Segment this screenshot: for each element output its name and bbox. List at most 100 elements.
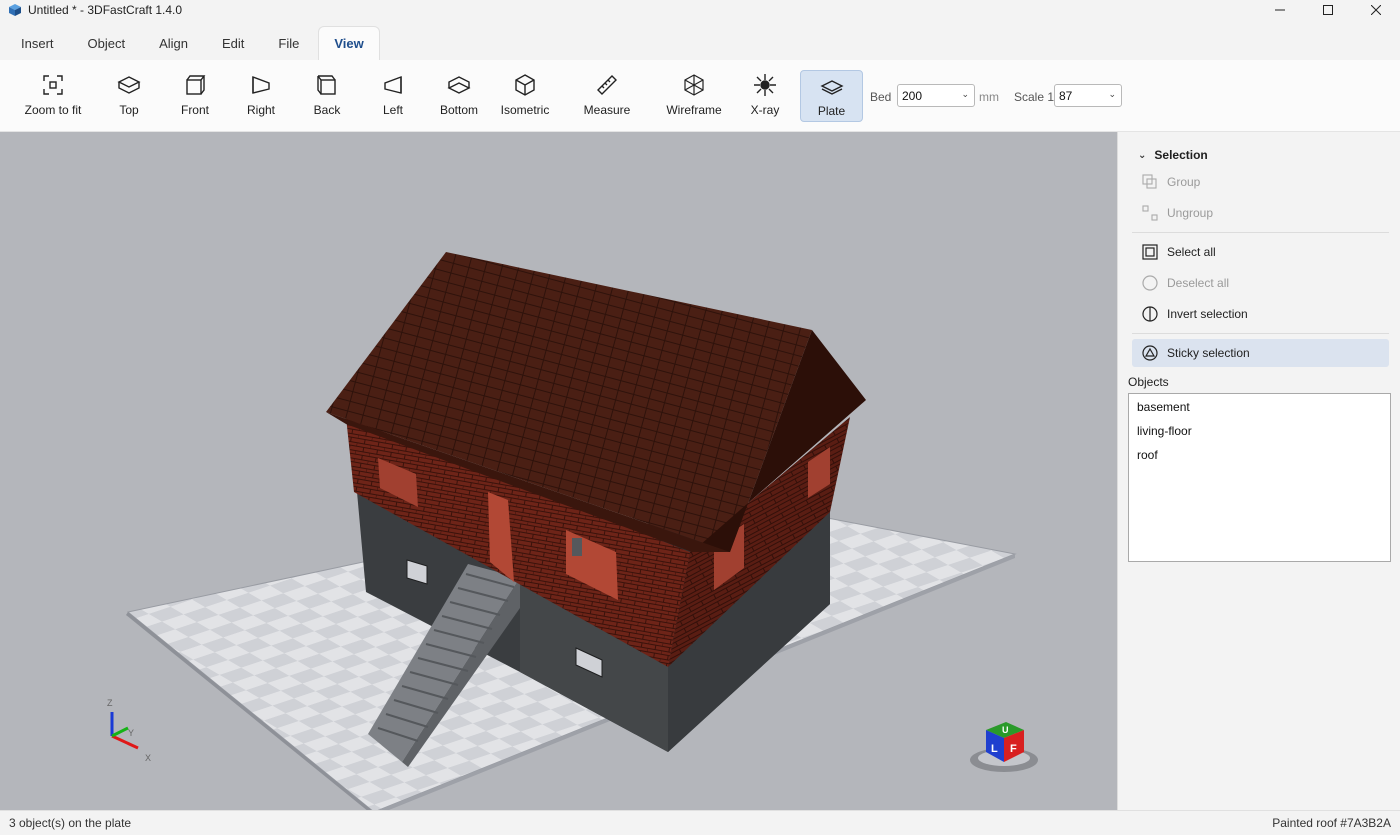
objects-list[interactable]: basement living-floor roof [1128,393,1391,562]
tab-align[interactable]: Align [144,26,203,60]
chevron-down-icon: ⌄ [1108,89,1116,99]
ungroup-label: Ungroup [1167,206,1214,220]
window-title: Untitled * - 3DFastCraft 1.4.0 [28,3,183,17]
scale-value: 87 [1059,88,1073,103]
minimize-button[interactable] [1256,0,1304,20]
scale-select[interactable]: 87 ⌄ [1054,84,1122,107]
scale-label: Scale 1: [1014,90,1058,104]
tab-object[interactable]: Object [73,26,141,60]
group-button[interactable]: Group [1132,168,1389,196]
bed-unit-label: mm [979,90,999,104]
sticky-selection-toggle[interactable]: Sticky selection [1132,339,1389,367]
tab-insert[interactable]: Insert [6,26,69,60]
selection-title: Selection [1154,148,1208,162]
ribbon-tabs: Insert Object Align Edit File View [0,26,384,60]
group-label: Group [1167,175,1201,189]
close-button[interactable] [1352,0,1400,20]
tab-edit[interactable]: Edit [207,26,259,60]
xray-button[interactable]: X-ray [740,70,790,122]
bed-size-select[interactable]: 200 ⌄ [897,84,975,107]
view-cube-face-left: L [991,743,998,755]
axis-x-label: X [145,753,151,763]
tab-file[interactable]: File [263,26,314,60]
select-all-label: Select all [1167,245,1216,259]
maximize-icon [1323,5,1333,15]
sticky-selection-label: Sticky selection [1167,346,1250,360]
tab-view[interactable]: View [318,26,380,60]
xray-label: X-ray [750,103,780,117]
objects-title: Objects [1128,375,1169,389]
selection-section-header[interactable]: ⌄ Selection [1138,148,1208,162]
deselect-all-label: Deselect all [1167,276,1230,290]
status-message: Painted roof #7A3B2A [1272,816,1391,830]
group-icon [1142,174,1157,189]
view-cube-face-front: F [1010,743,1017,755]
view-right-button[interactable]: Right [236,70,286,122]
ungroup-button[interactable]: Ungroup [1132,199,1389,227]
view-left-button[interactable]: Left [368,70,418,122]
app-logo-icon [9,4,21,16]
view-top-button[interactable]: Top [104,70,154,122]
status-object-count: 3 object(s) on the plate [9,816,132,830]
invert-selection-button[interactable]: Invert selection [1132,300,1389,328]
ungroup-icon [1142,205,1158,221]
list-item[interactable]: living-floor [1129,420,1390,442]
deselect-all-icon [1142,275,1158,291]
view-right-label: Right [246,103,275,117]
view-cube-face-up: U [1002,725,1009,735]
minimize-icon [1275,9,1285,11]
measure-button[interactable]: Measure [578,70,636,122]
bed-label: Bed [870,90,892,104]
view-back-icon [317,75,336,95]
view-top-label: Top [119,103,139,117]
deselect-all-button[interactable]: Deselect all [1132,269,1389,297]
chevron-down-icon: ⌄ [961,89,969,99]
view-right-icon [252,75,270,94]
3d-viewport[interactable]: Z Y X U L F [0,132,1117,810]
invert-selection-icon [1142,306,1158,322]
wall-lamp [572,538,582,556]
list-item[interactable]: roof [1129,444,1390,466]
measure-label: Measure [583,103,631,117]
select-all-button[interactable]: Select all [1132,238,1389,266]
plate-label: Plate [817,104,846,118]
wireframe-label: Wireframe [666,103,722,117]
view-back-button[interactable]: Back [302,70,352,122]
view-top-icon [117,76,141,94]
ruler-icon [597,75,617,95]
view-isometric-button[interactable]: Isometric [500,70,550,122]
view-bottom-label: Bottom [439,103,478,117]
view-front-label: Front [180,103,209,117]
view-cube[interactable]: U L F [970,722,1038,772]
maximize-button[interactable] [1304,0,1352,20]
close-icon [1371,5,1381,15]
axis-y-label: Y [128,728,134,738]
view-isometric-icon [515,74,535,96]
view-back-label: Back [313,103,341,117]
xray-icon [754,74,776,96]
axis-gizmo: Z Y X [107,698,151,763]
scene-canvas[interactable]: Z Y X U L F [0,132,1117,810]
zoom-to-fit-button[interactable]: Zoom to fit [20,70,86,122]
selection-panel: ⌄ Selection Group Ungroup Select all Des… [1117,132,1400,810]
view-bottom-button[interactable]: Bottom [434,70,484,122]
zoom-to-fit-label: Zoom to fit [24,103,82,117]
divider [1132,232,1389,233]
bed-size-value: 200 [902,88,923,103]
view-front-button[interactable]: Front [170,70,220,122]
chevron-down-icon: ⌄ [1138,149,1147,161]
view-left-label: Left [382,103,403,117]
wireframe-button[interactable]: Wireframe [660,70,728,122]
title-bar: Untitled * - 3DFastCraft 1.4.0 [0,0,1400,20]
plate-icon [819,80,844,95]
divider [1132,333,1389,334]
zoom-to-fit-icon [43,75,63,95]
view-left-icon [384,75,402,94]
list-item[interactable]: basement [1129,396,1390,418]
wireframe-cube-icon [684,74,704,96]
plate-button[interactable]: Plate [800,70,863,122]
axis-z-label: Z [107,698,113,708]
sticky-selection-icon [1142,345,1158,361]
view-bottom-icon [447,76,471,94]
invert-selection-label: Invert selection [1167,307,1248,321]
